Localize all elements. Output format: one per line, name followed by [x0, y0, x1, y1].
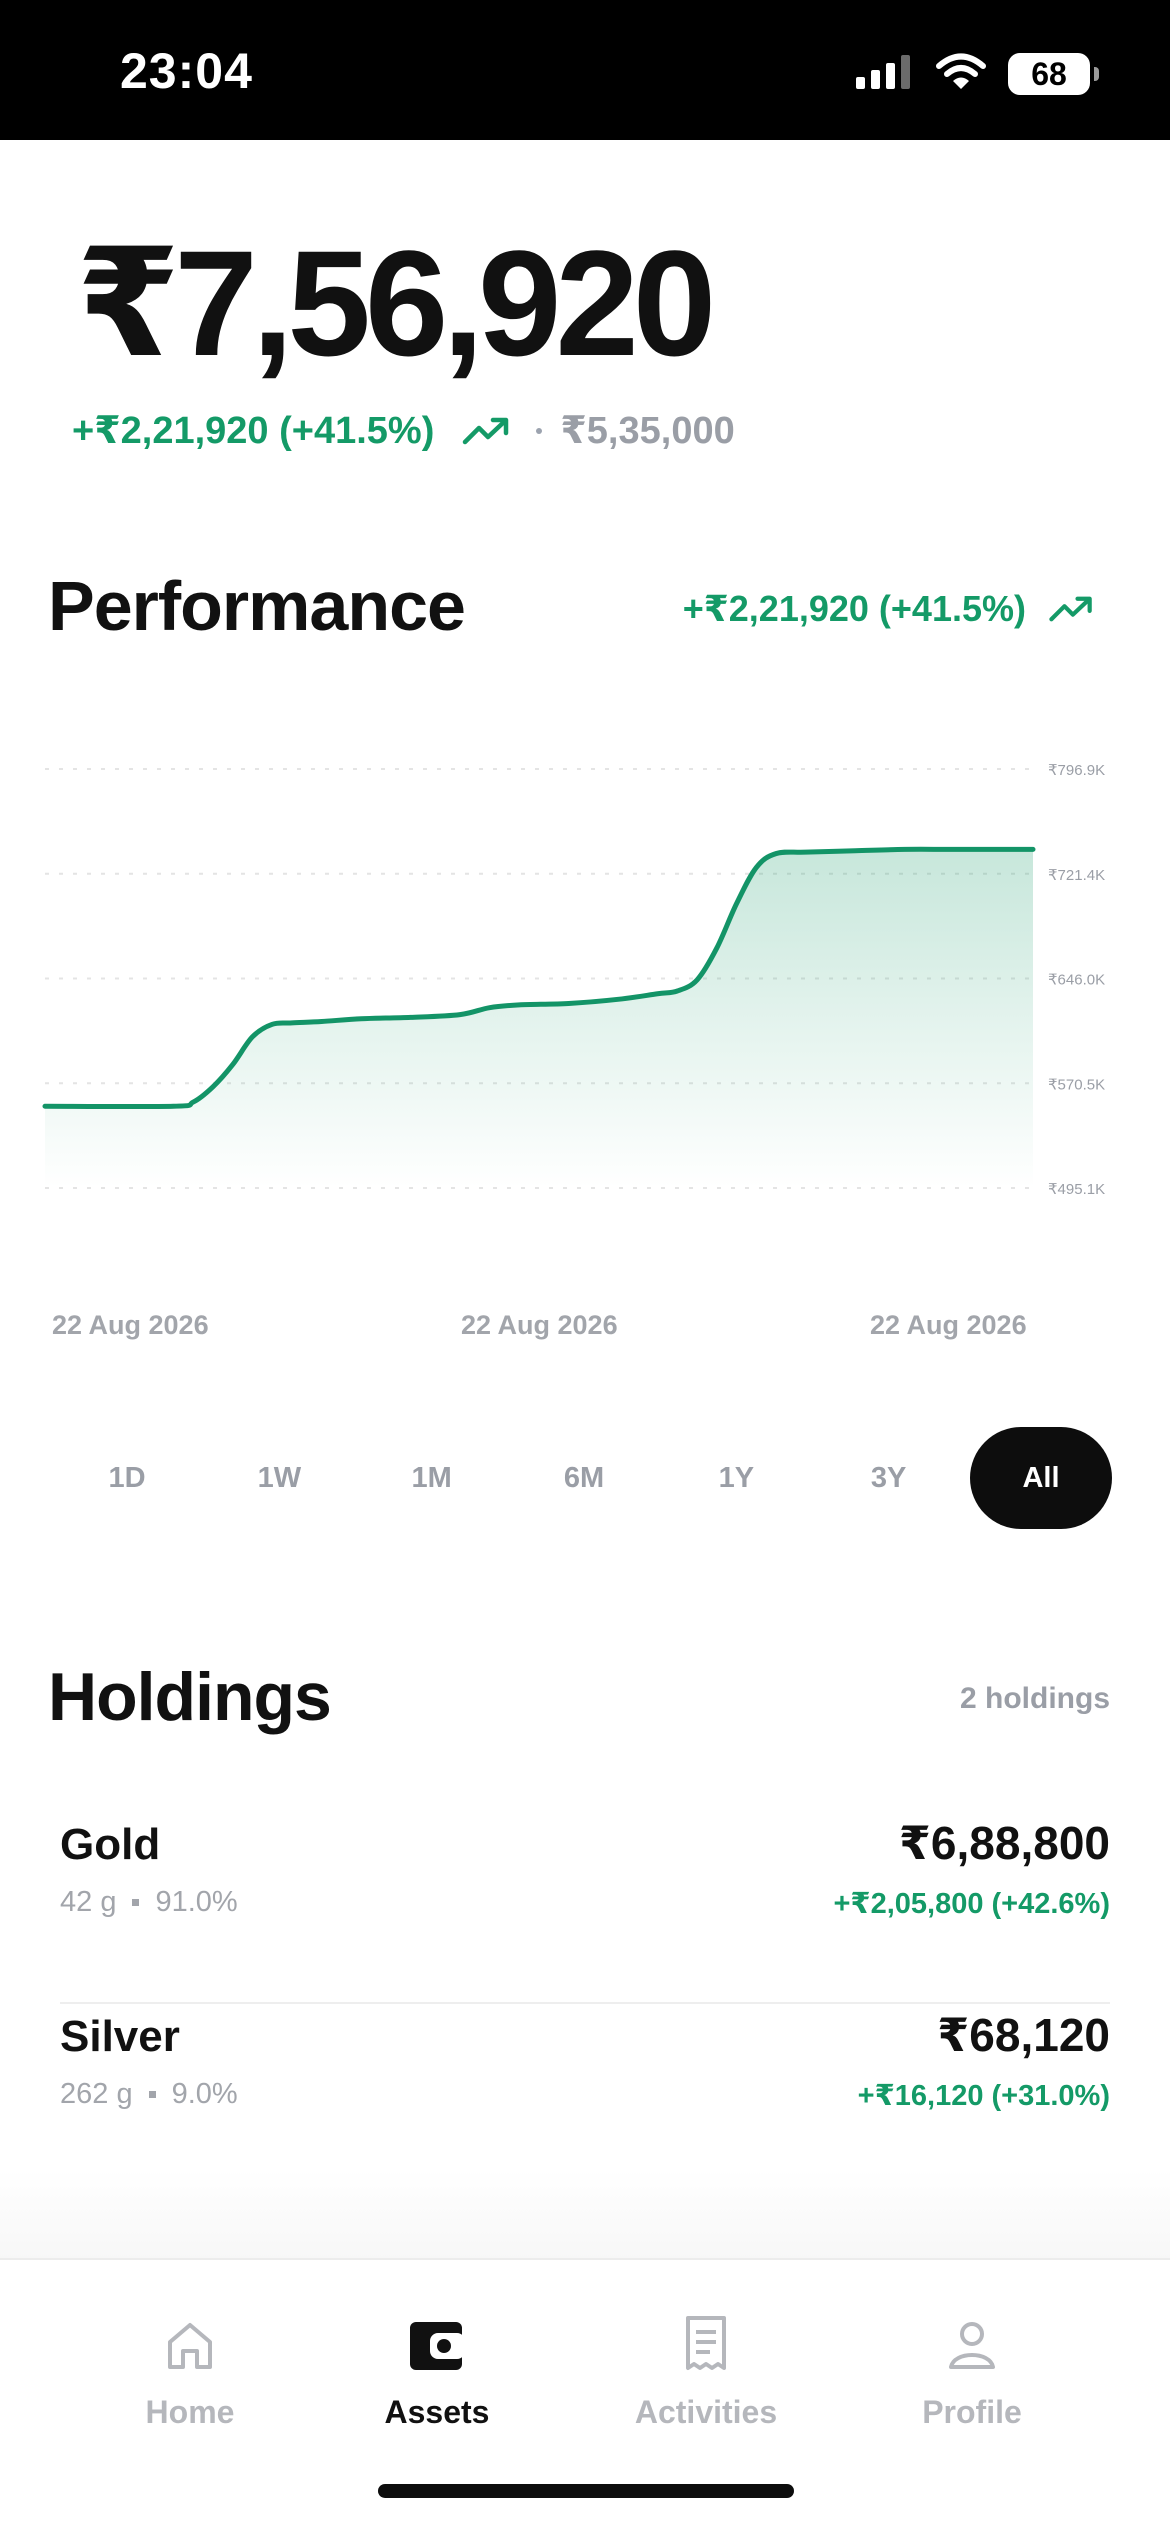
holding-name: Gold [60, 1820, 161, 1869]
y-axis-tick-label: ₹796.9K [1048, 762, 1105, 779]
nav-item-activities[interactable]: Activities [606, 2310, 806, 2431]
holding-value: ₹6,88,800 [898, 1817, 1110, 1869]
receipt-icon [671, 2310, 741, 2380]
performance-gain: +₹2,21,920 (+41.5%) [683, 588, 1094, 630]
wallet-icon [402, 2310, 472, 2380]
cellular-signal-icon [856, 54, 914, 94]
separator-dot [536, 427, 543, 434]
meta-separator [148, 2091, 156, 2098]
trending-up-icon [1048, 595, 1094, 623]
status-time: 23:04 [120, 43, 253, 99]
range-button-1m[interactable]: 1M [361, 1427, 503, 1529]
holding-quantity: 42 g [60, 1886, 117, 1918]
holding-meta: 42 g 91.0% [60, 1886, 238, 1919]
range-button-all[interactable]: All [969, 1427, 1112, 1529]
holdings-title: Holdings [48, 1659, 332, 1735]
y-axis-tick-label: ₹570.5K [1048, 1076, 1105, 1093]
user-icon [937, 2310, 1007, 2380]
range-button-6m[interactable]: 6M [513, 1427, 655, 1529]
holding-value: ₹68,120 [937, 2009, 1110, 2061]
holding-quantity: 262 g [60, 2078, 133, 2110]
range-button-3y[interactable]: 3Y [818, 1427, 960, 1529]
home-icon [155, 2310, 225, 2380]
y-axis-tick-label: ₹646.0K [1048, 972, 1105, 989]
nav-label: Activities [634, 2394, 778, 2430]
portfolio-gain: +₹2,21,920 (+41.5%) [72, 410, 435, 452]
nav-label: Home [145, 2394, 235, 2430]
wifi-icon [936, 53, 986, 96]
bottom-fade [0, 2170, 1170, 2260]
battery-level: 68 [1031, 55, 1067, 92]
range-button-1y[interactable]: 1Y [665, 1427, 807, 1529]
trending-up-icon [462, 416, 510, 446]
home-indicator [378, 2484, 794, 2498]
holdings-count: 2 holdings [960, 1682, 1110, 1715]
nav-item-home[interactable]: Home [90, 2310, 290, 2431]
portfolio-invested: ₹5,35,000 [560, 410, 735, 452]
status-bar: 23:04 68 [0, 0, 1170, 140]
range-button-1d[interactable]: 1D [56, 1427, 198, 1529]
portfolio-summary: +₹2,21,920 (+41.5%) ₹5,35,000 [72, 408, 735, 453]
portfolio-total-value: ₹7,56,920 [76, 219, 716, 387]
performance-chart[interactable]: ₹796.9K ₹721.4K ₹646.0K ₹570.5K ₹495.1K [0, 740, 1170, 1360]
range-button-1w[interactable]: 1W [208, 1427, 350, 1529]
holding-name: Silver [60, 2012, 180, 2061]
nav-item-profile[interactable]: Profile [872, 2310, 1072, 2431]
holding-gain: +₹2,05,800 (+42.6%) [833, 1888, 1110, 1920]
y-axis-tick-label: ₹495.1K [1048, 1181, 1105, 1198]
holding-row-silver[interactable]: Silver 262 g 9.0% ₹68,120 +₹16,120 (+31.… [60, 2004, 1110, 2194]
holding-meta: 262 g 9.0% [60, 2078, 238, 2111]
holding-allocation: 9.0% [171, 2078, 238, 2110]
performance-gain-value: +₹2,21,920 (+41.5%) [682, 588, 1026, 629]
battery-icon: 68 [1008, 53, 1099, 95]
time-range-selector: 1D 1W 1M 6M 1Y 3Y All [56, 1426, 1112, 1530]
nav-item-assets[interactable]: Assets [337, 2310, 537, 2431]
holding-gain: +₹16,120 (+31.0%) [857, 2080, 1110, 2112]
x-axis-label-middle: 22 Aug 2026 [461, 1310, 618, 1340]
performance-title: Performance [48, 567, 466, 645]
performance-chart-svg[interactable]: ₹796.9K ₹721.4K ₹646.0K ₹570.5K ₹495.1K [0, 740, 1170, 1360]
nav-label: Profile [922, 2394, 1022, 2430]
meta-separator [132, 1899, 140, 1906]
chart-area-fill [45, 849, 1033, 1188]
status-icons: 68 [856, 50, 1099, 98]
x-axis-label-end: 22 Aug 2026 [870, 1310, 1027, 1340]
holding-row-gold[interactable]: Gold 42 g 91.0% ₹6,88,800 +₹2,05,800 (+4… [60, 1812, 1110, 2004]
nav-label: Assets [384, 2394, 490, 2430]
x-axis-label-start: 22 Aug 2026 [52, 1310, 209, 1340]
y-axis-tick-label: ₹721.4K [1048, 867, 1105, 884]
holding-allocation: 91.0% [155, 1886, 238, 1918]
